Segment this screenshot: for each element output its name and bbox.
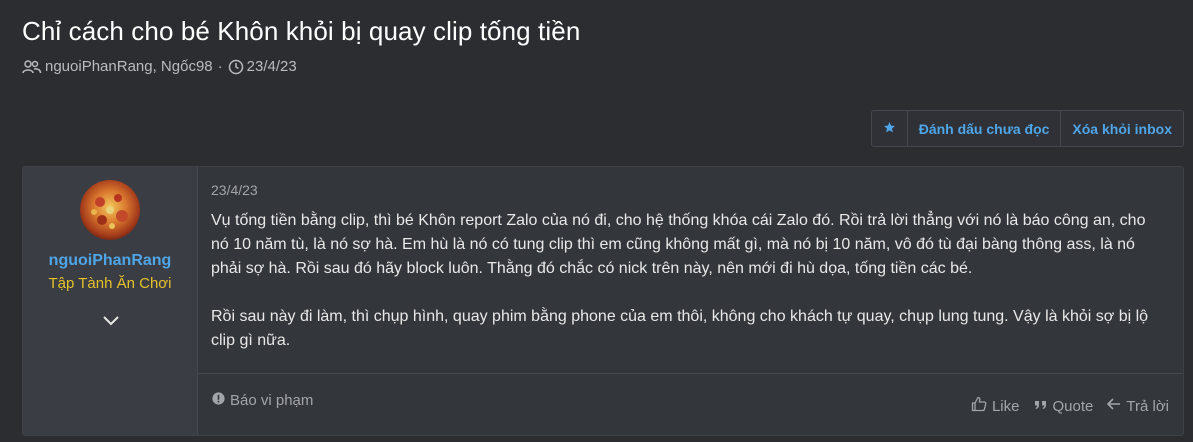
reply-icon (1107, 397, 1121, 415)
message-paragraph: Rồi sau này đi làm, thì chụp hình, quay … (211, 308, 1149, 349)
message-body: 23/4/23 Vụ tống tiền bằng clip, thì bé K… (198, 167, 1183, 435)
remove-inbox-button[interactable]: Xóa khỏi inbox (1060, 111, 1183, 146)
thread-title: Chỉ cách cho bé Khôn khỏi bị quay clip t… (22, 16, 581, 46)
meta-separator: · (217, 58, 223, 75)
message-paragraph: Vụ tống tiền bằng clip, thì bé Khôn repo… (211, 212, 1146, 277)
conversation-actions: Đánh dấu chưa đọc Xóa khỏi inbox (870, 110, 1184, 147)
quote-button[interactable]: Quote (1034, 397, 1094, 415)
message-content: Vụ tống tiền bằng clip, thì bé Khôn repo… (211, 209, 1161, 353)
like-button[interactable]: Like (971, 396, 1020, 416)
star-icon (883, 121, 896, 137)
author-username[interactable]: nguoiPhanRang (23, 252, 197, 270)
alert-icon (212, 392, 225, 409)
like-label: Like (991, 397, 1020, 415)
author-title: Tập Tành Ăn Chơi (48, 275, 172, 292)
post-footer: Báo vi phạm Like Quote Trả lời (198, 373, 1183, 435)
chevron-down-icon[interactable] (101, 311, 121, 331)
quote-label: Quote (1052, 397, 1094, 415)
participants-list[interactable]: nguoiPhanRang, Ngốc98 (45, 58, 213, 75)
thumbs-up-icon (971, 396, 987, 416)
reply-label: Trả lời (1126, 397, 1169, 415)
reply-button[interactable]: Trả lời (1107, 397, 1169, 415)
message-post: nguoiPhanRang Tập Tành Ăn Chơi 23/4/23 V… (22, 166, 1184, 436)
post-actions: Like Quote Trả lời (971, 396, 1169, 416)
quote-icon (1034, 398, 1048, 415)
avatar[interactable] (80, 180, 140, 240)
thread-meta: nguoiPhanRang, Ngốc98 · 23/4/23 (22, 58, 297, 75)
report-button[interactable]: Báo vi phạm (212, 392, 313, 409)
user-info-panel: nguoiPhanRang Tập Tành Ăn Chơi (23, 167, 198, 435)
post-date[interactable]: 23/4/23 (211, 182, 258, 198)
participants-icon (22, 59, 42, 75)
thread-date[interactable]: 23/4/23 (247, 58, 297, 75)
clock-icon (228, 59, 244, 75)
mark-unread-button[interactable]: Đánh dấu chưa đọc (906, 111, 1061, 146)
report-label: Báo vi phạm (230, 392, 314, 409)
star-button[interactable] (872, 111, 907, 146)
